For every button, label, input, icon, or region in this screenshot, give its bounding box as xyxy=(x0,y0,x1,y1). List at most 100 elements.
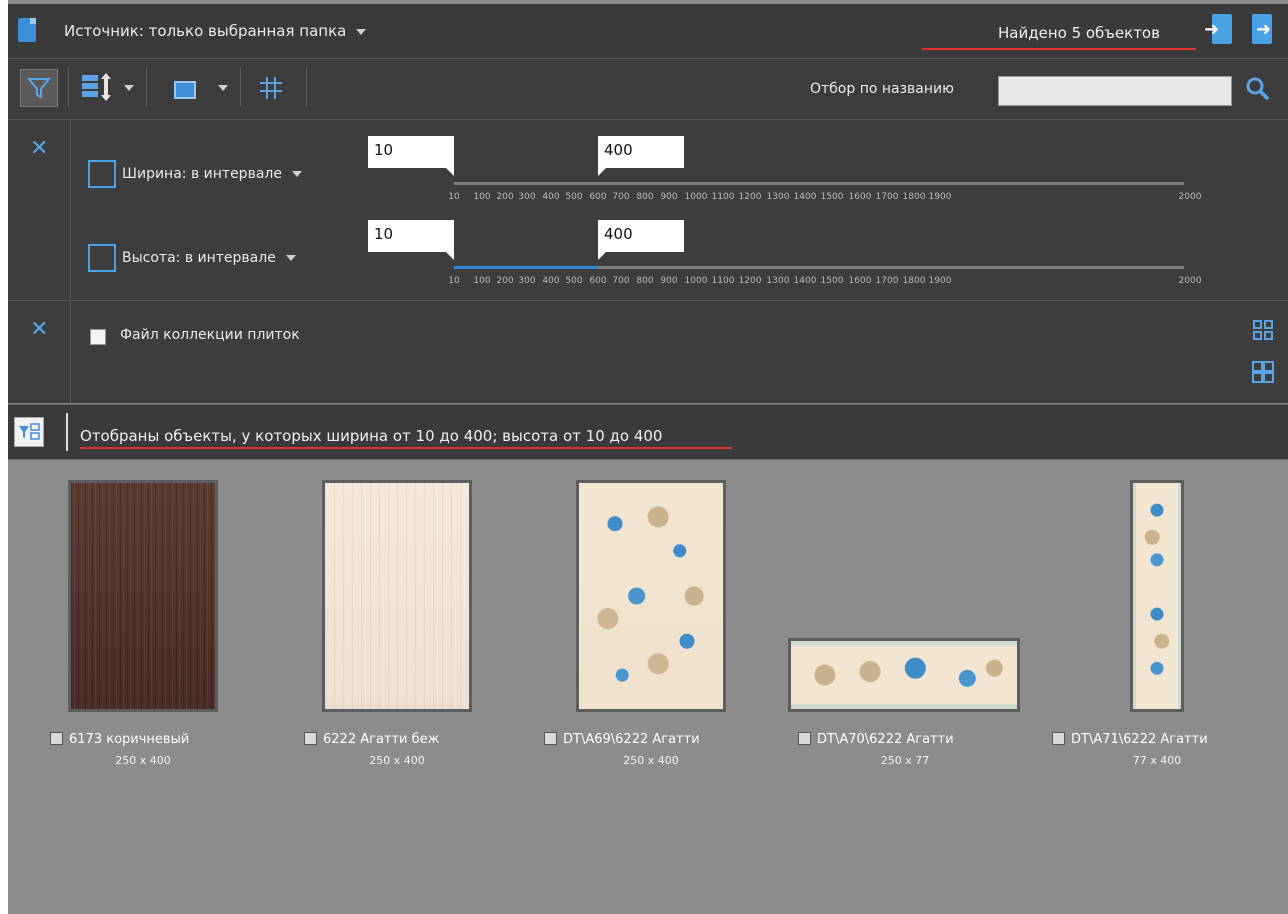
tile-checkbox[interactable] xyxy=(50,732,63,745)
width-icon xyxy=(88,160,116,188)
highlight-underline xyxy=(922,48,1196,50)
scale-tick-label: 1700 xyxy=(875,276,899,286)
chevron-down-icon xyxy=(285,255,296,261)
scale-tick-label: 400 xyxy=(542,192,560,202)
tile-thumbnail[interactable] xyxy=(68,480,218,712)
scale-tick-label: 1100 xyxy=(711,276,735,286)
tile-name: 6173 коричневый xyxy=(69,732,190,747)
sort-icon xyxy=(82,73,111,101)
filter-status-bar: Отобраны объекты, у которых ширина от 10… xyxy=(8,404,1288,460)
source-label: Источник: только выбранная папка xyxy=(64,22,347,40)
highlight-underline xyxy=(80,447,732,449)
height-slider-range[interactable] xyxy=(454,266,598,269)
toolbar: Отбор по названию xyxy=(8,59,1288,120)
filter-toggle-button[interactable] xyxy=(20,69,58,107)
status-divider xyxy=(66,413,68,451)
width-min-input[interactable]: 10 xyxy=(368,136,454,176)
grid-button[interactable] xyxy=(256,69,286,105)
scale-tick-label: 1000 xyxy=(684,192,708,202)
scale-tick-label: 1300 xyxy=(766,276,790,286)
tile-caption[interactable]: DT\A70\6222 Агатти xyxy=(798,732,954,747)
filter-by-name-label: Отбор по названию xyxy=(810,81,954,97)
scale-tick-label: 1900 xyxy=(928,276,952,286)
search-input[interactable] xyxy=(998,76,1232,106)
remove-column: ✕ xyxy=(8,301,71,403)
chevron-down-icon[interactable] xyxy=(218,85,228,91)
filter-settings-icon[interactable] xyxy=(14,417,44,447)
scale-tick-label: 800 xyxy=(636,276,654,286)
source-dropdown[interactable]: Источник: только выбранная папка xyxy=(64,22,367,40)
chevron-down-icon[interactable] xyxy=(124,85,134,91)
height-max-input[interactable]: 400 xyxy=(598,220,684,260)
scale-tick-label: 900 xyxy=(660,276,678,286)
collection-label: Файл коллекции плиток xyxy=(120,327,300,343)
tile-checkbox[interactable] xyxy=(304,732,317,745)
width-max-input[interactable]: 400 xyxy=(598,136,684,176)
sort-button[interactable] xyxy=(80,69,120,105)
grid-small-icon[interactable] xyxy=(1252,319,1274,341)
scale-tick-label: 200 xyxy=(496,276,514,286)
scale-tick-label: 100 xyxy=(473,276,491,286)
tile-checkbox[interactable] xyxy=(798,732,811,745)
scale-tick-label: 1700 xyxy=(875,192,899,202)
scale-tick-label: 100 xyxy=(473,192,491,202)
width-mode-label: Ширина: в интервале xyxy=(122,166,282,182)
height-mode-label: Высота: в интервале xyxy=(122,250,276,266)
filter-icon xyxy=(27,78,51,99)
tile-name: DT\A71\6222 Агатти xyxy=(1071,732,1208,747)
tile-caption[interactable]: DT\A69\6222 Агатти xyxy=(544,732,700,747)
tile-size: 250 x 77 xyxy=(880,754,930,767)
export-icon[interactable]: ➜ xyxy=(1244,14,1274,46)
scale-tick-label: 1000 xyxy=(684,276,708,286)
filter-summary: Отобраны объекты, у которых ширина от 10… xyxy=(80,427,663,445)
tile-name: DT\A70\6222 Агатти xyxy=(817,732,954,747)
scale-tick-label: 900 xyxy=(660,192,678,202)
chevron-down-icon xyxy=(356,28,367,35)
width-scale: 10 100 200 300 400 500 600 700 800 900 1000 1100 120… xyxy=(8,192,1288,206)
scale-tick-label: 1100 xyxy=(711,192,735,202)
scale-tick-label: 300 xyxy=(518,276,536,286)
close-icon[interactable]: ✕ xyxy=(30,138,48,160)
tile-size: 250 x 400 xyxy=(623,754,679,767)
tile-caption[interactable]: 6222 Агатти беж xyxy=(304,732,439,747)
collection-checkbox[interactable] xyxy=(90,329,106,345)
tile-caption[interactable]: 6173 коричневый xyxy=(50,732,189,747)
height-min-input[interactable]: 10 xyxy=(368,220,454,260)
tile-thumbnail[interactable] xyxy=(322,480,472,712)
scale-tick-label: 1800 xyxy=(902,276,926,286)
scale-tick-label: 10 xyxy=(448,192,460,202)
scale-tick-label: 2000 xyxy=(1178,276,1202,286)
import-icon[interactable]: ➜ xyxy=(1204,14,1234,46)
scale-tick-label: 600 xyxy=(589,276,607,286)
height-mode-dropdown[interactable]: Высота: в интервале xyxy=(122,250,296,266)
remove-column: ✕ xyxy=(8,120,71,300)
scale-tick-label: 1800 xyxy=(902,192,926,202)
width-mode-dropdown[interactable]: Ширина: в интервале xyxy=(122,166,302,182)
scale-tick-label: 1400 xyxy=(793,276,817,286)
width-slider-track[interactable] xyxy=(454,182,1184,185)
document-icon xyxy=(18,18,36,42)
tile-size: 250 x 400 xyxy=(369,754,425,767)
scale-tick-label: 10 xyxy=(448,276,460,286)
close-icon[interactable]: ✕ xyxy=(30,319,48,341)
search-button[interactable] xyxy=(1244,75,1272,105)
tile-size: 77 x 400 xyxy=(1132,754,1182,767)
window-edge xyxy=(0,0,8,914)
grid-large-icon[interactable] xyxy=(1252,361,1274,383)
tile-checkbox[interactable] xyxy=(544,732,557,745)
scale-tick-label: 400 xyxy=(542,276,560,286)
scale-tick-label: 1600 xyxy=(848,276,872,286)
tile-thumbnail[interactable] xyxy=(576,480,726,712)
tile-thumbnail[interactable] xyxy=(788,638,1020,712)
scale-tick-label: 2000 xyxy=(1178,192,1202,202)
tile-thumbnail[interactable] xyxy=(1130,480,1184,712)
scale-tick-label: 700 xyxy=(612,276,630,286)
tile-caption[interactable]: DT\A71\6222 Агатти xyxy=(1052,732,1208,747)
tile-checkbox[interactable] xyxy=(1052,732,1065,745)
source-bar: Источник: только выбранная папка Найдено… xyxy=(8,4,1288,59)
scale-tick-label: 1200 xyxy=(738,192,762,202)
scale-tick-label: 1200 xyxy=(738,276,762,286)
view-square-icon[interactable] xyxy=(174,81,196,99)
height-icon xyxy=(88,244,116,272)
collection-filter-section: ✕ Файл коллекции плиток xyxy=(8,301,1288,403)
